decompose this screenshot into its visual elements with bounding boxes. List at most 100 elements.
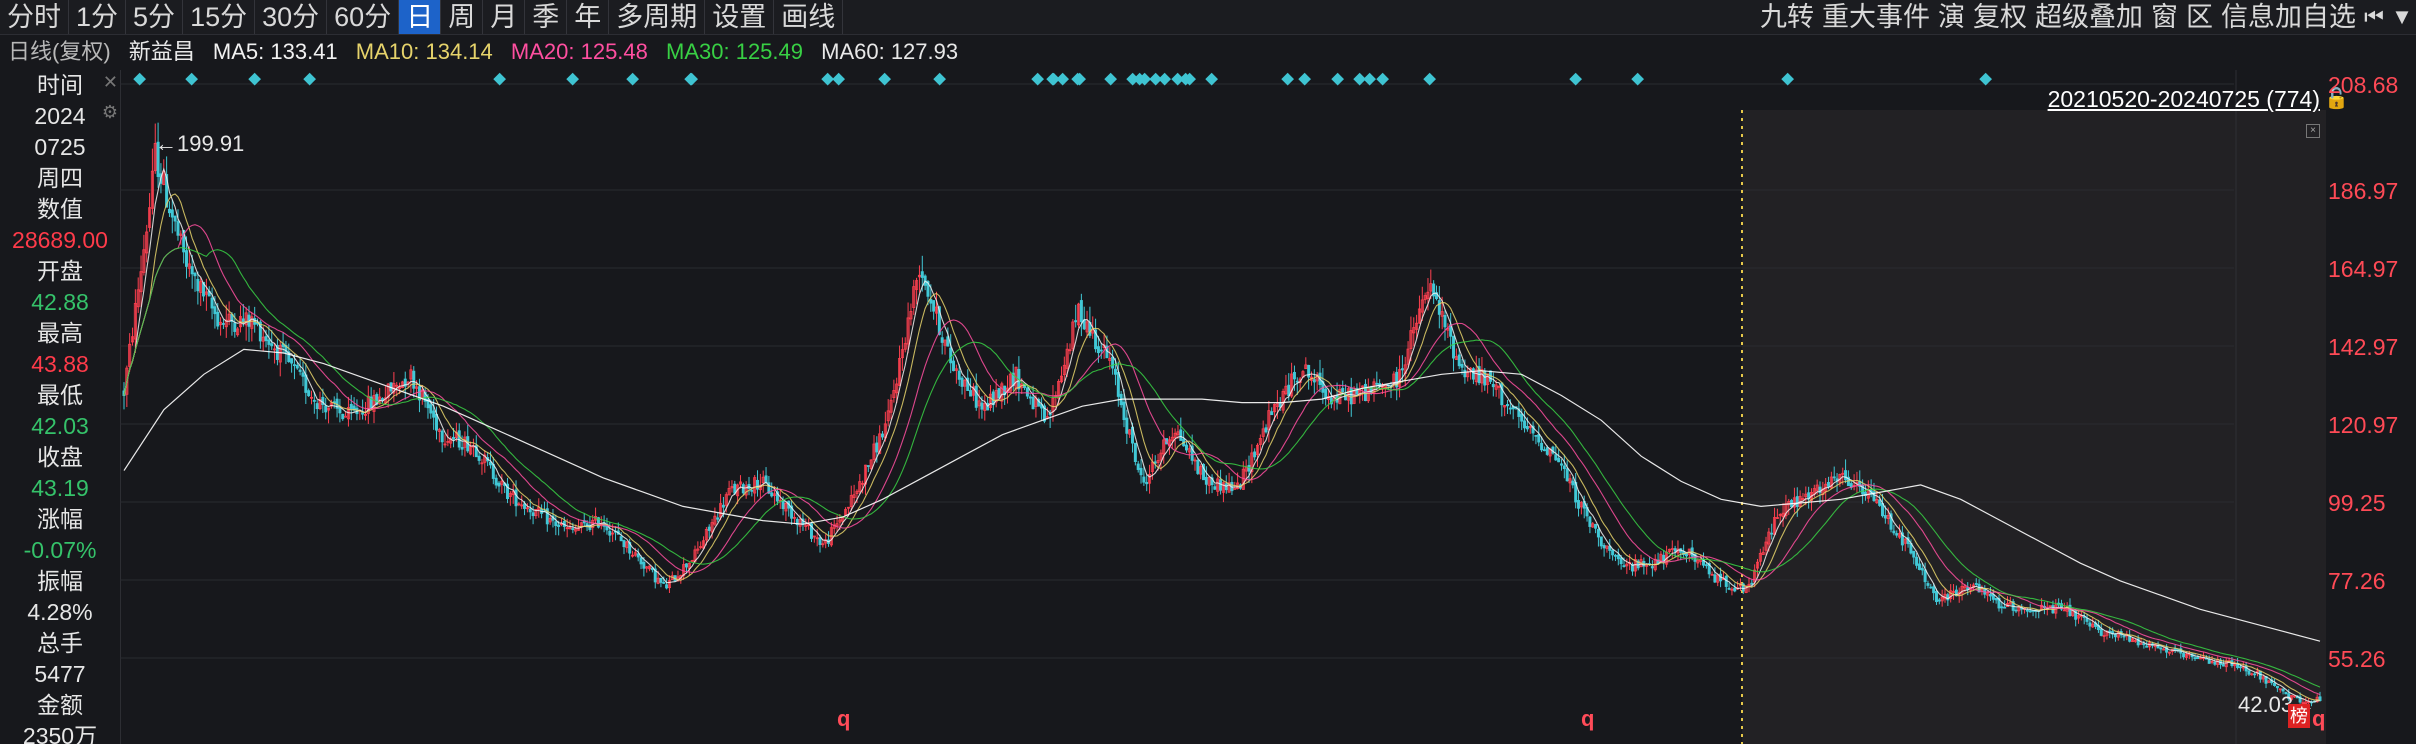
candle-body xyxy=(233,322,237,332)
candle-body xyxy=(2207,659,2211,664)
candle-body xyxy=(429,404,433,414)
collapse-left-icon[interactable]: ⏮ xyxy=(2360,0,2388,34)
demo-button[interactable]: 演 xyxy=(1934,0,1969,34)
candle-body xyxy=(2221,663,2225,667)
candlestick-chart[interactable] xyxy=(120,70,2326,744)
candle-body xyxy=(639,557,643,565)
tab-period[interactable]: 日 xyxy=(399,0,442,34)
tab-period[interactable]: 设置 xyxy=(705,0,775,34)
candle-body xyxy=(2273,682,2277,686)
candle-body xyxy=(1375,382,1379,385)
candle-body xyxy=(750,489,754,492)
y-tick-label: 186.97 xyxy=(2328,178,2399,204)
tab-period[interactable]: 30分 xyxy=(255,0,328,34)
candle-body xyxy=(932,300,936,312)
candle-body xyxy=(1704,564,1708,567)
candle-body xyxy=(1204,476,1208,485)
q-marker[interactable]: q xyxy=(837,706,850,732)
tab-period[interactable]: 月 xyxy=(483,0,526,34)
tab-period[interactable]: 1分 xyxy=(69,0,127,34)
ma-legend: 日线(复权) 新益昌 MA5: 133.41 MA10: 134.14 MA20… xyxy=(0,36,970,68)
add-watchlist-button[interactable]: 信息加自选 xyxy=(2217,0,2360,34)
candle-body xyxy=(1525,426,1529,430)
jiuzhuan-button[interactable]: 九转 xyxy=(1756,0,1818,34)
y-tick-label: 142.97 xyxy=(2328,334,2399,360)
candle-body xyxy=(1295,380,1299,383)
gear-icon[interactable]: ⚙ xyxy=(102,102,118,123)
candle-body xyxy=(960,377,964,387)
tab-period[interactable]: 15分 xyxy=(183,0,256,34)
candle-body xyxy=(1599,536,1603,547)
candle-body xyxy=(2253,673,2257,676)
candle-body xyxy=(940,337,944,343)
candle-body xyxy=(264,336,268,342)
candle-body xyxy=(770,492,774,497)
candle-body xyxy=(875,442,879,453)
high-value: 43.88 xyxy=(31,351,89,377)
candle-body xyxy=(301,372,305,377)
range-button[interactable]: 区 xyxy=(2182,0,2217,34)
candle-body xyxy=(170,209,174,218)
candle-body xyxy=(2182,653,2186,658)
amplitude-value: 4.28% xyxy=(27,599,93,625)
tab-period[interactable]: 多周期 xyxy=(609,0,706,34)
period-range-label[interactable]: 20210520-20240725 (774) xyxy=(2048,86,2320,113)
q-marker[interactable]: q xyxy=(1581,706,1594,732)
candle-body xyxy=(1562,465,1566,470)
change-value: -0.07% xyxy=(23,537,97,563)
candle-body xyxy=(1471,368,1475,380)
candle-body xyxy=(349,403,353,410)
candle-body xyxy=(1883,515,1887,519)
candle-body xyxy=(2247,670,2251,675)
candle-body xyxy=(1116,372,1120,397)
candle-body xyxy=(608,530,612,536)
candle-body xyxy=(307,390,311,397)
candle-body xyxy=(514,489,518,507)
candle-body xyxy=(2142,643,2146,646)
q-marker[interactable]: q xyxy=(2312,706,2325,732)
candle-body xyxy=(1508,407,1512,410)
candle-body xyxy=(1400,368,1404,371)
close-icon[interactable]: ✕ xyxy=(103,72,118,93)
candle-body xyxy=(2145,645,2149,648)
window-button[interactable]: 窗 xyxy=(2147,0,2182,34)
amplitude-label: 振幅 xyxy=(37,568,83,594)
candle-body xyxy=(1113,368,1117,375)
tab-period[interactable]: 60分 xyxy=(327,0,400,34)
selected-range-bg xyxy=(1742,110,2326,744)
y-tick-label: 99.25 xyxy=(2328,490,2386,516)
y-tick-label: 120.97 xyxy=(2328,412,2399,438)
candle-body xyxy=(949,347,953,364)
candle-body xyxy=(1733,587,1737,592)
value: 28689.00 xyxy=(12,227,108,253)
major-events-button[interactable]: 重大事件 xyxy=(1818,0,1934,34)
candle-body xyxy=(1915,556,1919,566)
toolbar-right: 九转 重大事件 演 复权 超级叠加 窗 区 信息加自选 ⏮ ▼ xyxy=(1756,0,2416,34)
candle-body xyxy=(460,447,464,450)
candle-body xyxy=(1974,583,1978,585)
tab-period[interactable]: 年 xyxy=(567,0,610,34)
candle-body xyxy=(974,385,978,408)
ma10-value: MA10: 134.14 xyxy=(355,39,493,64)
rank-badge[interactable]: 榜 xyxy=(2288,704,2310,728)
candle-body xyxy=(920,271,924,278)
y-tick-label: 208.68 xyxy=(2328,72,2399,98)
tab-period[interactable]: 分时 xyxy=(0,0,69,34)
tab-period[interactable]: 周 xyxy=(441,0,484,34)
date-month-day: 0725 xyxy=(34,134,86,160)
candle-body xyxy=(622,540,626,548)
tab-period[interactable]: 季 xyxy=(525,0,568,34)
candle-body xyxy=(1184,444,1188,451)
tab-period[interactable]: 画线 xyxy=(774,0,844,34)
close-value: 43.19 xyxy=(31,475,89,501)
adjust-button[interactable]: 复权 xyxy=(1969,0,2031,34)
candle-body xyxy=(2213,661,2217,665)
candle-body xyxy=(1557,457,1561,463)
candle-body xyxy=(957,370,961,380)
mini-close-icon[interactable]: × xyxy=(2306,124,2320,138)
candle-body xyxy=(1926,583,1930,586)
dropdown-chevron-icon[interactable]: ▼ xyxy=(2388,0,2416,34)
tab-period[interactable]: 5分 xyxy=(126,0,184,34)
candle-body xyxy=(1133,442,1137,463)
overlay-button[interactable]: 超级叠加 xyxy=(2031,0,2147,34)
